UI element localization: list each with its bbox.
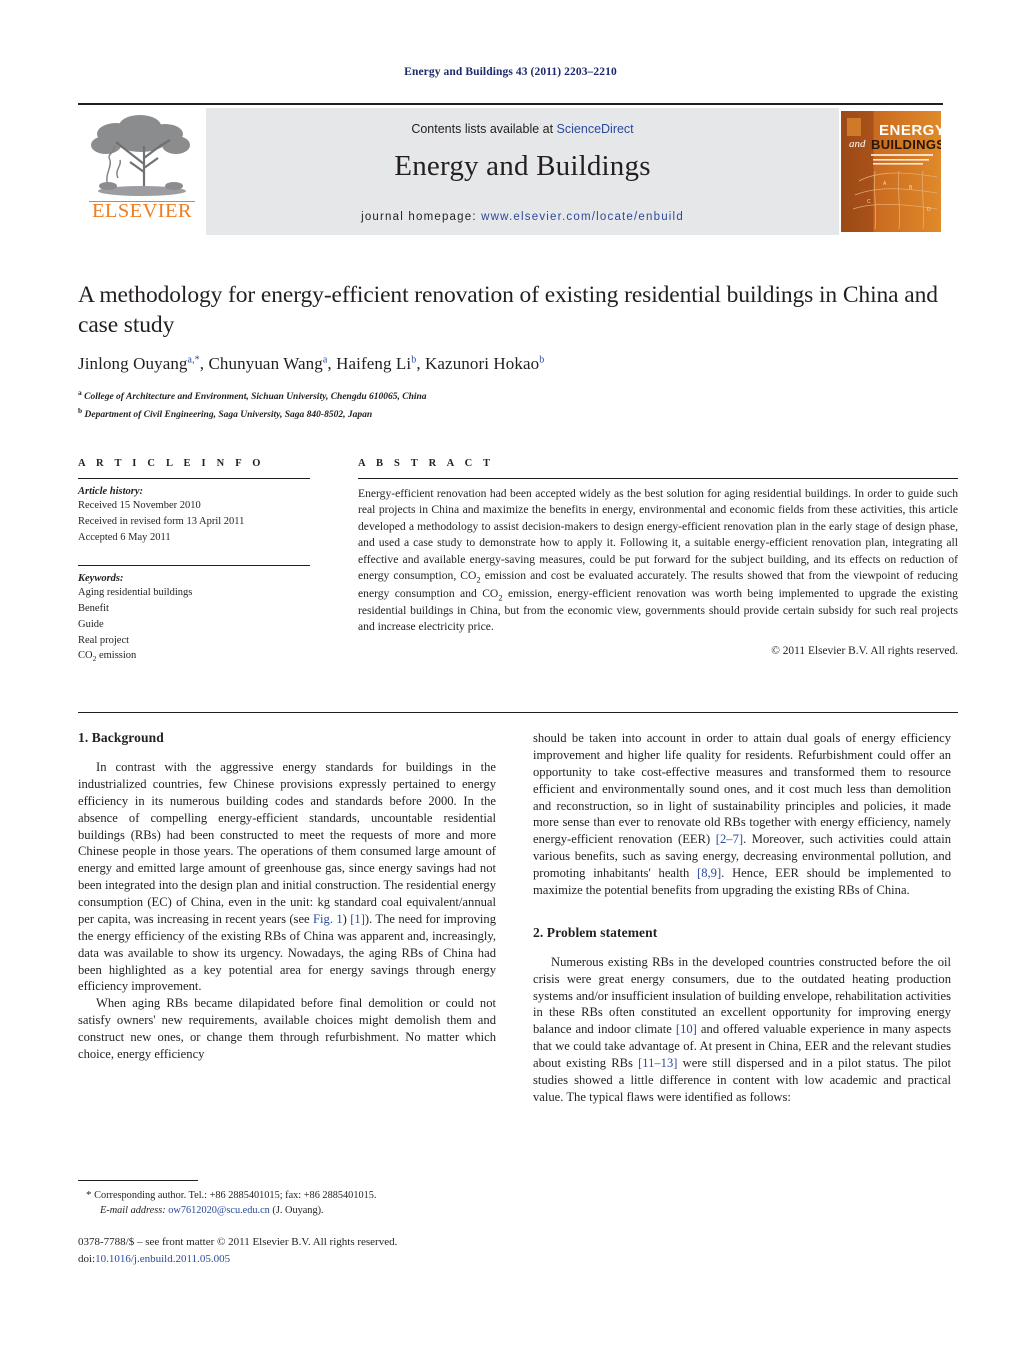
contents-prefix: Contents lists available at xyxy=(411,122,557,136)
info-divider-top xyxy=(78,478,310,479)
homepage-url[interactable]: www.elsevier.com/locate/enbuild xyxy=(481,211,684,223)
svg-text:D: D xyxy=(927,207,931,213)
background-paragraph-1: In contrast with the aggressive energy s… xyxy=(78,760,497,994)
background-p3-part1: should be taken into account in order to… xyxy=(533,731,951,847)
body-columns: 1. Background In contrast with the aggre… xyxy=(78,730,962,1170)
background-paragraph-3: should be taken into account in order to… xyxy=(533,730,951,899)
reference-10-link[interactable]: [10] xyxy=(676,1022,697,1036)
section-heading-problem-statement: 2. Problem statement xyxy=(533,924,658,940)
email-label: E-mail address: xyxy=(100,1204,166,1216)
corresponding-author-text: Corresponding author. Tel.: +86 28854010… xyxy=(94,1190,377,1201)
corresponding-author-note: * Corresponding author. Tel.: +86 288540… xyxy=(78,1188,496,1204)
article-history-label: Article history: xyxy=(78,486,144,497)
running-head: Energy and Buildings 43 (2011) 2203–2210 xyxy=(404,66,617,78)
svg-text:and: and xyxy=(849,138,866,150)
section-heading-background: 1. Background xyxy=(78,730,164,745)
doi-label: doi: xyxy=(78,1252,96,1265)
doi-link[interactable]: 10.1016/j.enbuild.2011.05.005 xyxy=(95,1253,230,1265)
article-info-heading: A R T I C L E I N F O xyxy=(78,458,265,469)
abstract-heading: A B S T R A C T xyxy=(358,458,495,469)
email-note: E-mail address: ow7612020@scu.edu.cn (J.… xyxy=(78,1204,496,1219)
body-column-right: should be taken into account in order to… xyxy=(533,730,951,1106)
keyword-item: Aging residential buildings xyxy=(78,587,193,599)
journal-cover: ENERGY and BUILDINGS A B C D xyxy=(839,108,943,235)
author-list: Jinlong Ouyanga,*, Chunyuan Wanga, Haife… xyxy=(78,354,545,374)
body-column-left: 1. Background In contrast with the aggre… xyxy=(78,730,496,1063)
footnote-rule xyxy=(78,1180,198,1181)
keyword-item: Real project xyxy=(78,634,130,646)
problem-paragraph-1: Numerous existing RBs in the developed c… xyxy=(533,954,951,1106)
keyword-item: Benefit xyxy=(78,603,109,614)
history-received: Received 15 November 2010 xyxy=(78,500,201,511)
page-title: A methodology for energy-efficient renov… xyxy=(78,282,938,339)
imprint-block: 0378-7788/$ – see front matter © 2011 El… xyxy=(78,1234,578,1267)
keyword-item-co2: CO2 emission xyxy=(78,650,137,664)
footnote-block: * Corresponding author. Tel.: +86 288540… xyxy=(78,1180,496,1219)
history-revised: Received in revised form 13 April 2011 xyxy=(78,515,245,527)
svg-text:BUILDINGS: BUILDINGS xyxy=(871,137,941,152)
homepage-label: journal homepage: xyxy=(361,211,477,223)
copyright-line: © 2011 Elsevier B.V. All rights reserved… xyxy=(771,644,958,657)
history-accepted: Accepted 6 May 2011 xyxy=(78,531,171,543)
article-info-column: A R T I C L E I N F O Article history: R… xyxy=(78,458,310,665)
contents-line: Contents lists available at ScienceDirec… xyxy=(206,122,839,136)
affiliation-list: a College of Architecture and Environmen… xyxy=(78,387,943,423)
affiliation-b-text: Department of Civil Engineering, Saga Un… xyxy=(84,410,373,421)
info-abstract-block: A R T I C L E I N F O Article history: R… xyxy=(78,458,958,713)
abstract-text: Energy-efficient renovation had been acc… xyxy=(358,487,958,634)
affiliation-b: b Department of Civil Engineering, Saga … xyxy=(78,406,373,421)
elsevier-logo: ELSEVIER xyxy=(78,108,206,235)
keywords-label: Keywords: xyxy=(78,573,124,585)
journal-cover-art-icon: ENERGY and BUILDINGS A B C D xyxy=(841,111,941,232)
reference-8-9-link[interactable]: [8,9] xyxy=(697,866,721,880)
footnote-star: * xyxy=(86,1189,92,1201)
sciencedirect-link[interactable]: ScienceDirect xyxy=(557,122,634,136)
abstract-bottom-rule xyxy=(78,712,958,713)
svg-text:C: C xyxy=(867,199,871,205)
keyword-item: Guide xyxy=(78,618,104,630)
journal-homepage-line: journal homepage: www.elsevier.com/locat… xyxy=(206,211,839,223)
title-block: A methodology for energy-efficient renov… xyxy=(78,280,943,423)
figure-1-link[interactable]: Fig. 1 xyxy=(313,912,343,926)
journal-band: Contents lists available at ScienceDirec… xyxy=(206,108,839,235)
email-owner: (J. Ouyang). xyxy=(272,1204,324,1216)
doi-line: doi:10.1016/j.enbuild.2011.05.005 xyxy=(78,1251,578,1268)
background-paragraph-2: When aging RBs became dilapidated before… xyxy=(78,996,496,1061)
background-p1-part1: In contrast with the aggressive energy s… xyxy=(78,760,496,926)
affiliation-a-text: College of Architecture and Environment,… xyxy=(84,392,427,403)
affiliation-a: a College of Architecture and Environmen… xyxy=(78,388,427,403)
info-divider-keywords xyxy=(78,565,310,567)
reference-1-link[interactable]: [1] xyxy=(350,912,365,926)
email-link[interactable]: ow7612020@scu.edu.cn xyxy=(168,1205,270,1216)
abstract-column: A B S T R A C T Energy-efficient renovat… xyxy=(358,458,958,657)
reference-11-13-link[interactable]: [11–13] xyxy=(638,1056,677,1070)
elsevier-tree-icon xyxy=(91,115,190,196)
elsevier-wordmark: ELSEVIER xyxy=(92,200,192,222)
issn-line: 0378-7788/$ – see front matter © 2011 El… xyxy=(78,1236,398,1248)
journal-title: Energy and Buildings xyxy=(394,150,651,182)
abstract-divider xyxy=(358,478,958,479)
article-page: Energy and Buildings 43 (2011) 2203–2210 xyxy=(0,0,1021,1351)
journal-masthead: ELSEVIER Contents lists available at Sci… xyxy=(78,103,943,235)
reference-2-7-link[interactable]: [2–7] xyxy=(716,832,743,846)
